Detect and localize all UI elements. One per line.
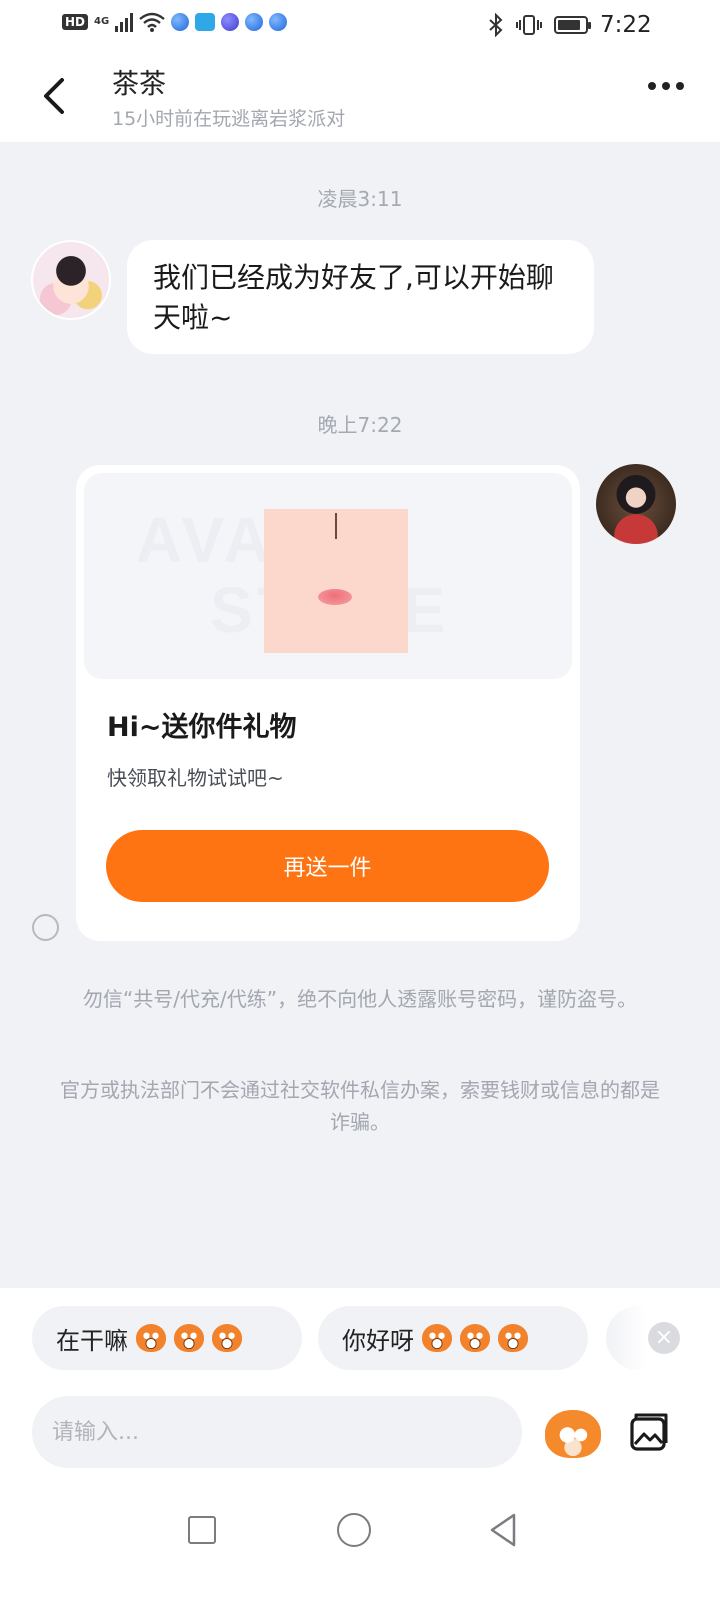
friend-avatar[interactable] <box>31 240 111 320</box>
message-timestamp: 凌晨3:11 <box>317 187 403 211</box>
chat-header: 茶茶 15小时前在玩逃离岩浆派对 <box>0 50 720 142</box>
signal-icon <box>115 12 134 32</box>
music-app-icon <box>221 13 240 31</box>
gift-card[interactable]: AVATAR STORE Hi~送你件礼物 快领取礼物试试吧~ 再送一件 <box>76 465 580 941</box>
message-input[interactable] <box>32 1396 522 1468</box>
more-dots-icon[interactable] <box>648 82 684 90</box>
app-notification-icon <box>171 13 190 31</box>
wide-eyed-emoji-icon <box>498 1324 528 1352</box>
close-icon[interactable]: × <box>648 1322 680 1354</box>
recent-apps-icon[interactable] <box>188 1516 216 1544</box>
wide-eyed-emoji-icon <box>460 1324 490 1352</box>
network-type: 4G <box>94 16 110 27</box>
bluetooth-icon <box>489 13 503 37</box>
grin-emoji-icon <box>174 1324 204 1352</box>
image-icon[interactable] <box>626 1410 670 1454</box>
contact-name: 茶茶 <box>112 69 166 100</box>
battery-icon <box>554 16 591 34</box>
status-right: 7:22 <box>488 12 652 38</box>
friend-message-bubble: 我们已经成为好友了,可以开始聊天啦~ <box>127 240 594 354</box>
hd-badge: HD <box>62 14 89 30</box>
status-time: 7:22 <box>600 12 652 38</box>
send-again-button[interactable]: 再送一件 <box>106 830 549 902</box>
gift-description: 快领取礼物试试吧~ <box>107 766 284 790</box>
emoji-icon[interactable] <box>545 1410 601 1458</box>
status-bar: HD 4G 7:22 <box>0 0 720 50</box>
select-radio[interactable] <box>32 914 59 941</box>
back-icon[interactable] <box>38 74 78 118</box>
fraud-notice: 官方或执法部门不会通过社交软件私信办案，索要钱财或信息的都是诈骗。 <box>60 1078 660 1134</box>
home-icon[interactable] <box>337 1513 371 1547</box>
system-nav-bar <box>0 1490 720 1600</box>
quick-reply-label: 你好呀 <box>342 1326 414 1355</box>
gift-preview-image: AVATAR STORE <box>84 473 572 679</box>
contact-status: 15小时前在玩逃离岩浆派对 <box>112 108 346 130</box>
quick-reply-label: 在干嘛 <box>56 1326 128 1355</box>
quick-reply-chip[interactable]: 在干嘛 <box>32 1306 302 1370</box>
app-notification-icon <box>269 13 288 31</box>
my-avatar[interactable] <box>596 464 676 544</box>
quick-reply-chip[interactable]: 你好呀 <box>318 1306 588 1370</box>
app-notification-icon <box>245 13 264 31</box>
status-left: HD 4G <box>62 12 288 32</box>
wifi-icon <box>139 12 165 32</box>
safety-notice: 勿信“共号/代充/代练”，绝不向他人透露账号密码，谨防盗号。 <box>82 987 638 1011</box>
message-timestamp: 晚上7:22 <box>317 413 403 437</box>
grin-emoji-icon <box>212 1324 242 1352</box>
book-app-icon <box>195 13 216 31</box>
gift-title: Hi~送你件礼物 <box>107 712 297 743</box>
back-triangle-icon[interactable] <box>488 1512 518 1548</box>
grin-emoji-icon <box>136 1324 166 1352</box>
wide-eyed-emoji-icon <box>422 1324 452 1352</box>
gift-face-image <box>264 509 408 653</box>
vibrate-icon <box>516 15 542 35</box>
